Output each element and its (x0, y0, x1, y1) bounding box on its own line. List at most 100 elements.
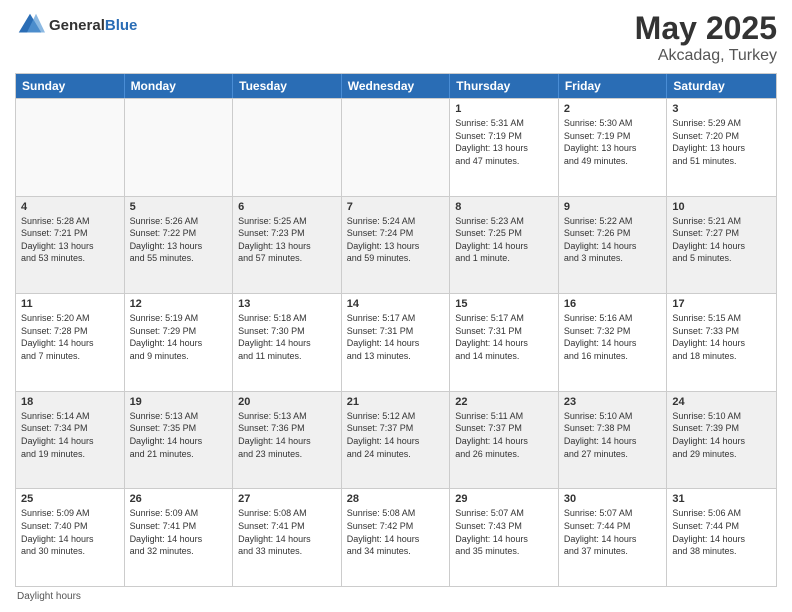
day-number: 26 (130, 493, 228, 505)
weekday-header-friday: Friday (559, 74, 668, 98)
day-cell-12: 12 Sunrise: 5:19 AM Sunset: 7:29 PM Dayli… (125, 294, 234, 391)
day-cell-3: 3Sunrise: 5:29 AM Sunset: 7:20 PM Daylig… (667, 99, 776, 196)
calendar-row-1: 4 Sunrise: 5:28 AM Sunset: 7:21 PM Daylig… (16, 196, 776, 294)
day-number: 11 (21, 298, 119, 310)
day-info: Sunrise: 5:19 AM Sunset: 7:29 PM Dayligh… (130, 312, 228, 362)
weekday-header-wednesday: Wednesday (342, 74, 451, 98)
day-info: Sunrise: 5:25 AM Sunset: 7:23 PM Dayligh… (238, 215, 336, 265)
day-number: 25 (21, 493, 119, 505)
day-info: Sunrise: 5:13 AM Sunset: 7:36 PM Dayligh… (238, 410, 336, 460)
day-number: 22 (455, 396, 553, 408)
day-cell-5: 5 Sunrise: 5:26 AM Sunset: 7:22 PM Daylig… (125, 197, 234, 294)
day-number: 7 (347, 201, 445, 213)
day-cell-31: 31Sunrise: 5:06 AM Sunset: 7:44 PM Dayli… (667, 489, 776, 586)
location: Akcadag, Turkey (635, 47, 777, 65)
day-number: 29 (455, 493, 553, 505)
day-number: 1 (455, 103, 553, 115)
day-number: 4 (21, 201, 119, 213)
day-number: 23 (564, 396, 662, 408)
day-number: 13 (238, 298, 336, 310)
day-info: Sunrise: 5:26 AM Sunset: 7:22 PM Dayligh… (130, 215, 228, 265)
day-cell-7: 7 Sunrise: 5:24 AM Sunset: 7:24 PM Daylig… (342, 197, 451, 294)
day-info: Sunrise: 5:11 AM Sunset: 7:37 PM Dayligh… (455, 410, 553, 460)
day-cell-18: 18 Sunrise: 5:14 AM Sunset: 7:34 PM Dayli… (16, 392, 125, 489)
day-cell-4: 4 Sunrise: 5:28 AM Sunset: 7:21 PM Daylig… (16, 197, 125, 294)
day-cell-1: 1Sunrise: 5:31 AM Sunset: 7:19 PM Daylig… (450, 99, 559, 196)
day-cell-30: 30 Sunrise: 5:07 AM Sunset: 7:44 PM Dayli… (559, 489, 668, 586)
day-info: Sunrise: 5:15 AM Sunset: 7:33 PM Dayligh… (672, 312, 771, 362)
weekday-header-saturday: Saturday (667, 74, 776, 98)
day-info: Sunrise: 5:29 AM Sunset: 7:20 PM Dayligh… (672, 117, 771, 167)
day-info: Sunrise: 5:21 AM Sunset: 7:27 PM Dayligh… (672, 215, 771, 265)
day-cell-10: 10 Sunrise: 5:21 AM Sunset: 7:27 PM Dayli… (667, 197, 776, 294)
calendar-header: SundayMondayTuesdayWednesdayThursdayFrid… (16, 74, 776, 98)
calendar-body: 1Sunrise: 5:31 AM Sunset: 7:19 PM Daylig… (16, 98, 776, 586)
day-number: 28 (347, 493, 445, 505)
weekday-header-tuesday: Tuesday (233, 74, 342, 98)
day-info: Sunrise: 5:09 AM Sunset: 7:41 PM Dayligh… (130, 507, 228, 557)
day-cell-13: 13 Sunrise: 5:18 AM Sunset: 7:30 PM Dayli… (233, 294, 342, 391)
day-info: Sunrise: 5:08 AM Sunset: 7:41 PM Dayligh… (238, 507, 336, 557)
day-cell-25: 25 Sunrise: 5:09 AM Sunset: 7:40 PM Dayli… (16, 489, 125, 586)
logo: GeneralBlue (15, 10, 137, 40)
day-cell-8: 8Sunrise: 5:23 AM Sunset: 7:25 PM Daylig… (450, 197, 559, 294)
day-cell-17: 17Sunrise: 5:15 AM Sunset: 7:33 PM Dayli… (667, 294, 776, 391)
day-number: 10 (672, 201, 771, 213)
day-cell-11: 11Sunrise: 5:20 AM Sunset: 7:28 PM Dayli… (16, 294, 125, 391)
day-number: 19 (130, 396, 228, 408)
day-info: Sunrise: 5:07 AM Sunset: 7:43 PM Dayligh… (455, 507, 553, 557)
day-cell-23: 23 Sunrise: 5:10 AM Sunset: 7:38 PM Dayli… (559, 392, 668, 489)
day-number: 24 (672, 396, 771, 408)
day-info: Sunrise: 5:24 AM Sunset: 7:24 PM Dayligh… (347, 215, 445, 265)
day-info: Sunrise: 5:10 AM Sunset: 7:39 PM Dayligh… (672, 410, 771, 460)
day-cell-19: 19Sunrise: 5:13 AM Sunset: 7:35 PM Dayli… (125, 392, 234, 489)
day-info: Sunrise: 5:23 AM Sunset: 7:25 PM Dayligh… (455, 215, 553, 265)
day-number: 27 (238, 493, 336, 505)
calendar-row-3: 18 Sunrise: 5:14 AM Sunset: 7:34 PM Dayli… (16, 391, 776, 489)
weekday-header-thursday: Thursday (450, 74, 559, 98)
day-number: 14 (347, 298, 445, 310)
weekday-header-sunday: Sunday (16, 74, 125, 98)
day-info: Sunrise: 5:09 AM Sunset: 7:40 PM Dayligh… (21, 507, 119, 557)
logo-general: General (49, 17, 105, 34)
calendar: SundayMondayTuesdayWednesdayThursdayFrid… (15, 73, 777, 587)
calendar-row-4: 25 Sunrise: 5:09 AM Sunset: 7:40 PM Dayli… (16, 488, 776, 586)
title-block: May 2025 Akcadag, Turkey (635, 10, 777, 65)
day-number: 18 (21, 396, 119, 408)
day-info: Sunrise: 5:16 AM Sunset: 7:32 PM Dayligh… (564, 312, 662, 362)
day-number: 9 (564, 201, 662, 213)
day-info: Sunrise: 5:17 AM Sunset: 7:31 PM Dayligh… (455, 312, 553, 362)
day-info: Sunrise: 5:18 AM Sunset: 7:30 PM Dayligh… (238, 312, 336, 362)
logo-icon (15, 10, 45, 40)
day-cell-14: 14 Sunrise: 5:17 AM Sunset: 7:31 PM Dayli… (342, 294, 451, 391)
day-cell-20: 20 Sunrise: 5:13 AM Sunset: 7:36 PM Dayli… (233, 392, 342, 489)
calendar-row-0: 1Sunrise: 5:31 AM Sunset: 7:19 PM Daylig… (16, 98, 776, 196)
day-number: 2 (564, 103, 662, 115)
day-info: Sunrise: 5:28 AM Sunset: 7:21 PM Dayligh… (21, 215, 119, 265)
day-cell-27: 27 Sunrise: 5:08 AM Sunset: 7:41 PM Dayli… (233, 489, 342, 586)
day-info: Sunrise: 5:07 AM Sunset: 7:44 PM Dayligh… (564, 507, 662, 557)
day-number: 30 (564, 493, 662, 505)
calendar-row-2: 11Sunrise: 5:20 AM Sunset: 7:28 PM Dayli… (16, 293, 776, 391)
day-cell-15: 15Sunrise: 5:17 AM Sunset: 7:31 PM Dayli… (450, 294, 559, 391)
day-info: Sunrise: 5:10 AM Sunset: 7:38 PM Dayligh… (564, 410, 662, 460)
header: GeneralBlue May 2025 Akcadag, Turkey (15, 10, 777, 65)
day-info: Sunrise: 5:06 AM Sunset: 7:44 PM Dayligh… (672, 507, 771, 557)
day-number: 5 (130, 201, 228, 213)
empty-cell-0-1 (125, 99, 234, 196)
day-number: 16 (564, 298, 662, 310)
day-number: 6 (238, 201, 336, 213)
day-info: Sunrise: 5:14 AM Sunset: 7:34 PM Dayligh… (21, 410, 119, 460)
day-cell-26: 26 Sunrise: 5:09 AM Sunset: 7:41 PM Dayli… (125, 489, 234, 586)
day-cell-21: 21Sunrise: 5:12 AM Sunset: 7:37 PM Dayli… (342, 392, 451, 489)
day-cell-6: 6 Sunrise: 5:25 AM Sunset: 7:23 PM Daylig… (233, 197, 342, 294)
day-info: Sunrise: 5:30 AM Sunset: 7:19 PM Dayligh… (564, 117, 662, 167)
weekday-header-monday: Monday (125, 74, 234, 98)
day-number: 12 (130, 298, 228, 310)
day-cell-24: 24 Sunrise: 5:10 AM Sunset: 7:39 PM Dayli… (667, 392, 776, 489)
day-number: 20 (238, 396, 336, 408)
day-number: 21 (347, 396, 445, 408)
day-cell-28: 28Sunrise: 5:08 AM Sunset: 7:42 PM Dayli… (342, 489, 451, 586)
empty-cell-0-0 (16, 99, 125, 196)
day-info: Sunrise: 5:17 AM Sunset: 7:31 PM Dayligh… (347, 312, 445, 362)
